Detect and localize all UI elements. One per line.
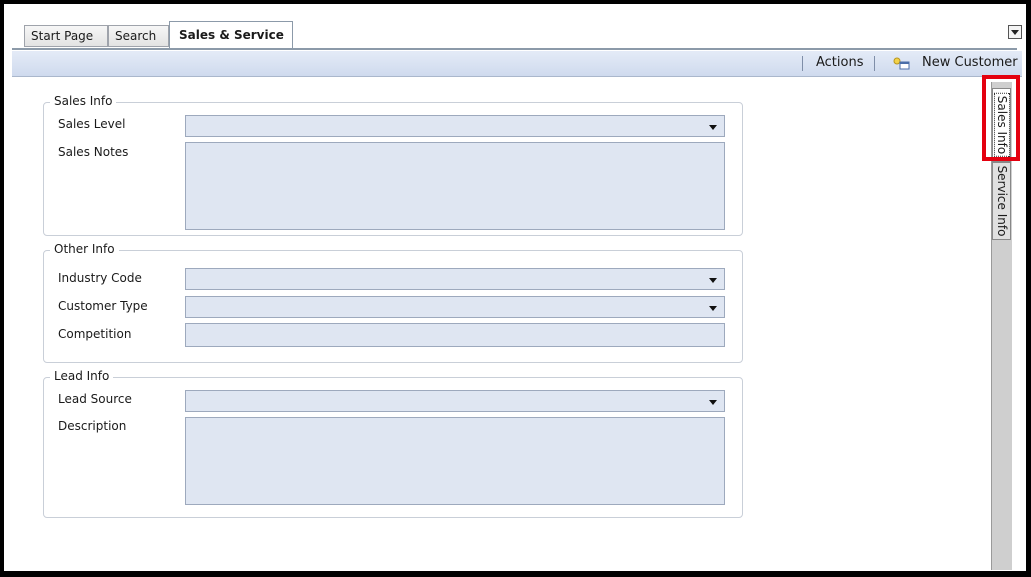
chevron-down-icon[interactable]	[709, 278, 717, 283]
sales-notes-label: Sales Notes	[58, 145, 129, 159]
sales-level-select[interactable]	[185, 115, 725, 137]
group-lead-info: Lead Info Lead Source Description	[43, 369, 743, 518]
toolbar-separator	[874, 56, 875, 71]
group-other-info: Other Info Industry Code Customer Type C…	[43, 242, 743, 363]
chevron-down-icon[interactable]	[709, 125, 717, 130]
new-record-icon[interactable]	[893, 57, 911, 71]
chevron-down-icon[interactable]	[709, 400, 717, 405]
customer-type-select[interactable]	[185, 296, 725, 318]
highlight-box	[982, 75, 1020, 161]
competition-label: Competition	[58, 327, 132, 341]
tab-strip-divider	[12, 48, 1017, 50]
group-sales-info: Sales Info Sales Level Sales Notes	[43, 94, 743, 236]
sales-level-label: Sales Level	[58, 117, 126, 131]
lead-source-label: Lead Source	[58, 392, 132, 406]
toolbar-separator	[802, 56, 803, 71]
group-title: Sales Info	[50, 94, 117, 108]
tab-list-dropdown-icon[interactable]	[1008, 25, 1022, 39]
toolbar: Actions New Customer	[12, 51, 1022, 77]
group-title: Other Info	[50, 242, 119, 256]
app-window: Start Page Search Sales & Service Action…	[0, 0, 1031, 577]
tab-strip: Start Page Search Sales & Service	[16, 19, 1026, 49]
tab-sales-service[interactable]: Sales & Service	[169, 21, 293, 49]
tab-start-page[interactable]: Start Page	[24, 25, 108, 47]
actions-button[interactable]: Actions	[816, 55, 864, 70]
competition-input[interactable]	[185, 323, 725, 347]
side-tab-service-info[interactable]: Service Info	[992, 162, 1011, 240]
industry-code-select[interactable]	[185, 268, 725, 290]
side-tab-label: Service Info	[994, 165, 1009, 237]
tab-search[interactable]: Search	[108, 25, 169, 47]
lead-source-select[interactable]	[185, 390, 725, 412]
chevron-down-icon[interactable]	[709, 306, 717, 311]
description-textarea[interactable]	[185, 417, 725, 505]
new-customer-button[interactable]: New Customer	[922, 55, 1018, 70]
customer-type-label: Customer Type	[58, 299, 148, 313]
industry-code-label: Industry Code	[58, 271, 142, 285]
sales-notes-textarea[interactable]	[185, 142, 725, 230]
description-label: Description	[58, 419, 127, 433]
group-title: Lead Info	[50, 369, 114, 383]
